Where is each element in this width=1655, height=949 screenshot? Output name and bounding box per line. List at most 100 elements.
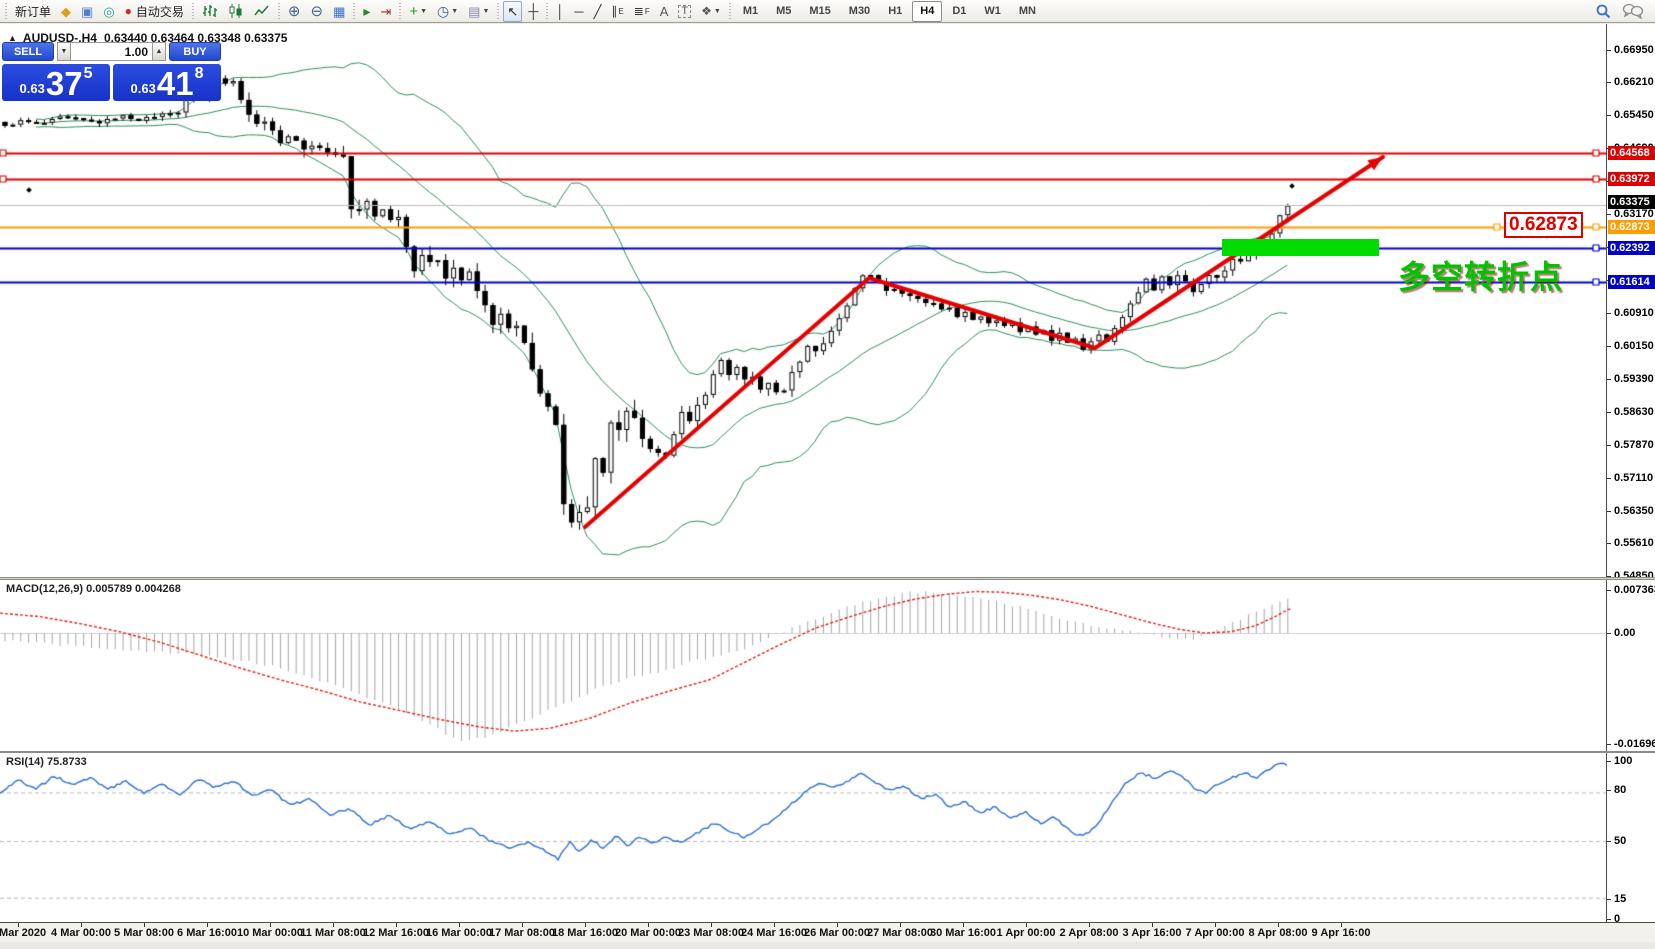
tf-h1[interactable]: H1 bbox=[880, 1, 910, 22]
candlestick-chart-icon[interactable] bbox=[224, 1, 248, 22]
time-label: 2 Mar 2020 bbox=[0, 927, 46, 939]
autotrading-button-glyph: ● bbox=[125, 5, 132, 17]
macd-panel bbox=[0, 580, 1655, 751]
macd-canvas[interactable] bbox=[0, 580, 1606, 751]
equidistant-channel-tool[interactable]: ∥E bbox=[607, 1, 627, 22]
fibonacci-tool-glyph: ≣ bbox=[634, 5, 644, 17]
horizontal-line-tool-glyph: ─ bbox=[574, 5, 583, 18]
tf-d1[interactable]: D1 bbox=[944, 1, 974, 22]
time-label: 10 Mar 00:00 bbox=[237, 927, 303, 939]
toolbar-grip[interactable] bbox=[729, 3, 731, 19]
market-watch-icon[interactable]: ◆ bbox=[57, 1, 75, 22]
zoom-out-icon[interactable]: ⊖ bbox=[307, 1, 328, 22]
tf-m1[interactable]: M1 bbox=[735, 1, 766, 22]
chat-icon[interactable] bbox=[1618, 1, 1648, 22]
sell-button[interactable]: SELL bbox=[2, 42, 54, 61]
periods-button-glyph: ◷ bbox=[437, 4, 449, 18]
rsi-axis-label: 100 bbox=[1614, 755, 1632, 767]
zoom-in-icon[interactable]: ⊕ bbox=[284, 1, 305, 22]
indicators-button[interactable]: +▼ bbox=[405, 1, 431, 22]
arrows-tool[interactable]: ❖▼ bbox=[697, 1, 725, 22]
text-label-tool[interactable]: T bbox=[674, 1, 695, 22]
indicators-button-glyph: + bbox=[409, 4, 418, 19]
tf-m5[interactable]: M5 bbox=[768, 1, 799, 22]
bar-chart-icon[interactable] bbox=[198, 1, 222, 22]
crosshair-tool[interactable]: ┼ bbox=[524, 1, 542, 22]
rsi-axis-label: 15 bbox=[1614, 893, 1626, 905]
toolbar-grip[interactable] bbox=[5, 3, 7, 19]
sell-price-pip: 5 bbox=[84, 65, 93, 83]
panel-splitter[interactable] bbox=[0, 751, 1655, 753]
autotrading-button-label: 自动交易 bbox=[136, 3, 184, 20]
price-tick-label: 0.57110 bbox=[1614, 472, 1653, 484]
vertical-line-tool[interactable]: │ bbox=[552, 1, 568, 22]
templates-button-dropdown-icon[interactable]: ▼ bbox=[482, 8, 489, 15]
line-chart-icon[interactable] bbox=[250, 1, 274, 22]
tf-w1[interactable]: W1 bbox=[976, 1, 1009, 22]
toolbar-grip[interactable] bbox=[497, 3, 499, 19]
time-label: 2 Apr 08:00 bbox=[1060, 927, 1119, 939]
signals-icon-glyph: ◎ bbox=[103, 5, 114, 18]
time-axis[interactable]: 2 Mar 20204 Mar 00:005 Mar 08:006 Mar 16… bbox=[0, 922, 1655, 942]
toolbar-grip[interactable] bbox=[278, 3, 280, 19]
data-window-icon[interactable]: ▣ bbox=[77, 1, 97, 22]
periods-button[interactable]: ◷▼ bbox=[433, 1, 462, 22]
buy-price-prefix: 0.63 bbox=[131, 81, 156, 96]
buy-button[interactable]: BUY bbox=[169, 42, 221, 61]
chart-shift-icon[interactable]: ⇥ bbox=[376, 1, 395, 22]
arrows-tool-dropdown-icon[interactable]: ▼ bbox=[714, 8, 721, 15]
time-label: 8 Apr 08:00 bbox=[1249, 927, 1308, 939]
buy-price-box[interactable]: 0.63 41 8 bbox=[113, 64, 221, 101]
templates-button[interactable]: ▤▼ bbox=[464, 1, 493, 22]
trendline-tool-glyph: ╱ bbox=[594, 5, 602, 18]
tf-mn[interactable]: MN bbox=[1011, 1, 1044, 22]
volume-decrease-button[interactable]: ▼ bbox=[57, 42, 71, 61]
indicators-button-dropdown-icon[interactable]: ▼ bbox=[420, 8, 427, 15]
text-tool[interactable]: A bbox=[656, 1, 673, 22]
fibonacci-tool-letter: F bbox=[645, 7, 650, 16]
price-tick-label: 0.54850 bbox=[1614, 570, 1654, 582]
trendline-tool[interactable]: ╱ bbox=[590, 1, 606, 22]
price-badge: 0.61614 bbox=[1608, 275, 1655, 289]
tf-h4[interactable]: H4 bbox=[912, 1, 942, 22]
text-tool-glyph: A bbox=[660, 5, 669, 18]
new-order-button[interactable]: 新订单 bbox=[11, 1, 55, 22]
fibonacci-tool[interactable]: ≣F bbox=[630, 1, 654, 22]
highlight-rectangle[interactable] bbox=[1222, 239, 1379, 256]
tile-windows-icon[interactable]: ▦ bbox=[329, 1, 349, 22]
templates-button-glyph: ▤ bbox=[468, 5, 480, 18]
autotrading-button[interactable]: ● 自动交易 bbox=[121, 1, 188, 22]
main-chart-canvas[interactable] bbox=[0, 24, 1606, 577]
toolbar-grip[interactable] bbox=[353, 3, 355, 19]
periods-button-dropdown-icon[interactable]: ▼ bbox=[451, 8, 458, 15]
search-icon[interactable] bbox=[1591, 1, 1616, 22]
time-label: 5 Mar 08:00 bbox=[114, 927, 174, 939]
tf-m15[interactable]: M15 bbox=[801, 1, 838, 22]
auto-scroll-icon[interactable]: ▸ bbox=[359, 1, 374, 22]
buy-price-big: 41 bbox=[157, 69, 194, 99]
price-tick-label: 0.66210 bbox=[1614, 76, 1654, 88]
time-label: 7 Apr 00:00 bbox=[1186, 927, 1245, 939]
panel-splitter[interactable] bbox=[0, 577, 1655, 580]
cursor-tool[interactable]: ↖ bbox=[503, 1, 522, 22]
signals-icon[interactable]: ◎ bbox=[99, 1, 118, 22]
volume-input[interactable]: 1.00 bbox=[71, 42, 152, 61]
price-callout-label[interactable]: 0.62873 bbox=[1504, 212, 1583, 238]
time-label: 4 Mar 00:00 bbox=[51, 927, 111, 939]
price-tick-label: 0.66950 bbox=[1614, 44, 1654, 56]
toolbar-grip[interactable] bbox=[399, 3, 401, 19]
volume-increase-button[interactable]: ▲ bbox=[152, 42, 166, 61]
horizontal-line-tool[interactable]: ─ bbox=[570, 1, 587, 22]
rsi-canvas[interactable] bbox=[0, 753, 1606, 922]
macd-axis-label: 0.007363 bbox=[1614, 584, 1655, 596]
tf-m30[interactable]: M30 bbox=[841, 1, 878, 22]
price-tick-label: 0.65450 bbox=[1614, 109, 1654, 121]
price-tick-label: 0.63170 bbox=[1614, 208, 1654, 220]
toolbar-grip[interactable] bbox=[546, 3, 548, 19]
toolbar-grip[interactable] bbox=[192, 3, 194, 19]
sell-price-box[interactable]: 0.63 37 5 bbox=[2, 64, 110, 101]
time-label: 16 Mar 00:00 bbox=[426, 927, 492, 939]
equidistant-channel-tool-glyph: ∥ bbox=[611, 5, 617, 17]
annotation-text-cn[interactable]: 多空转折点 bbox=[1398, 252, 1563, 298]
price-tick-label: 0.59390 bbox=[1614, 373, 1654, 385]
